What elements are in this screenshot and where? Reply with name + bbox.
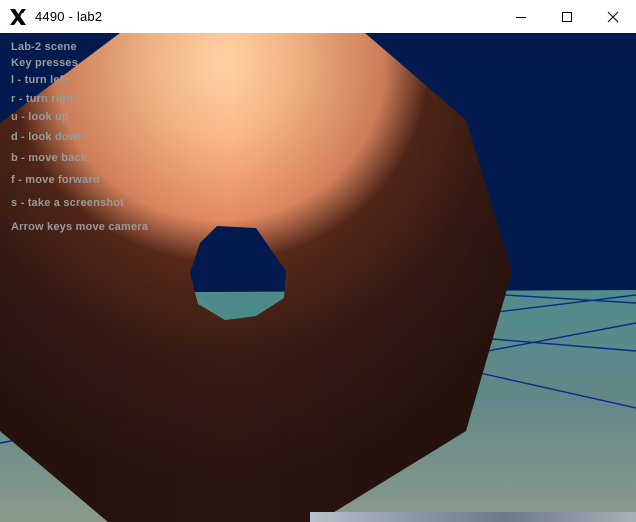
minimize-button[interactable] xyxy=(498,0,544,33)
overlay-line-move-forward: f - move forward xyxy=(11,174,100,186)
overlay-line-turn-left: l - turn left xyxy=(11,74,68,86)
close-button[interactable] xyxy=(590,0,636,33)
minimize-icon xyxy=(516,16,526,18)
maximize-icon xyxy=(562,11,572,22)
desktop-background-strip xyxy=(310,512,636,522)
maximize-button[interactable] xyxy=(544,0,590,33)
overlay-line-arrow-keys: Arrow keys move camera xyxy=(11,221,149,233)
overlay-line-look-up: u - look up xyxy=(11,111,69,123)
close-icon xyxy=(607,11,619,22)
window-title-bar[interactable]: 4490 - lab2 xyxy=(0,0,636,34)
overlay-line-move-back: b - move back xyxy=(11,152,87,164)
overlay-line-title: Lab-2 scene xyxy=(11,41,77,53)
window-title: 4490 - lab2 xyxy=(35,9,103,24)
overlay-line-turn-right: r - turn right xyxy=(11,93,77,105)
opengl-render-area[interactable]: Lab-2 scene Key presses l - turn left r … xyxy=(0,33,636,522)
overlay-line-screenshot: s - take a screenshot xyxy=(11,197,125,209)
help-overlay: Lab-2 scene Key presses l - turn left r … xyxy=(11,33,311,253)
overlay-line-key-presses: Key presses xyxy=(11,57,79,69)
x-app-icon xyxy=(7,6,29,28)
overlay-line-look-down: d - look down xyxy=(11,131,85,143)
